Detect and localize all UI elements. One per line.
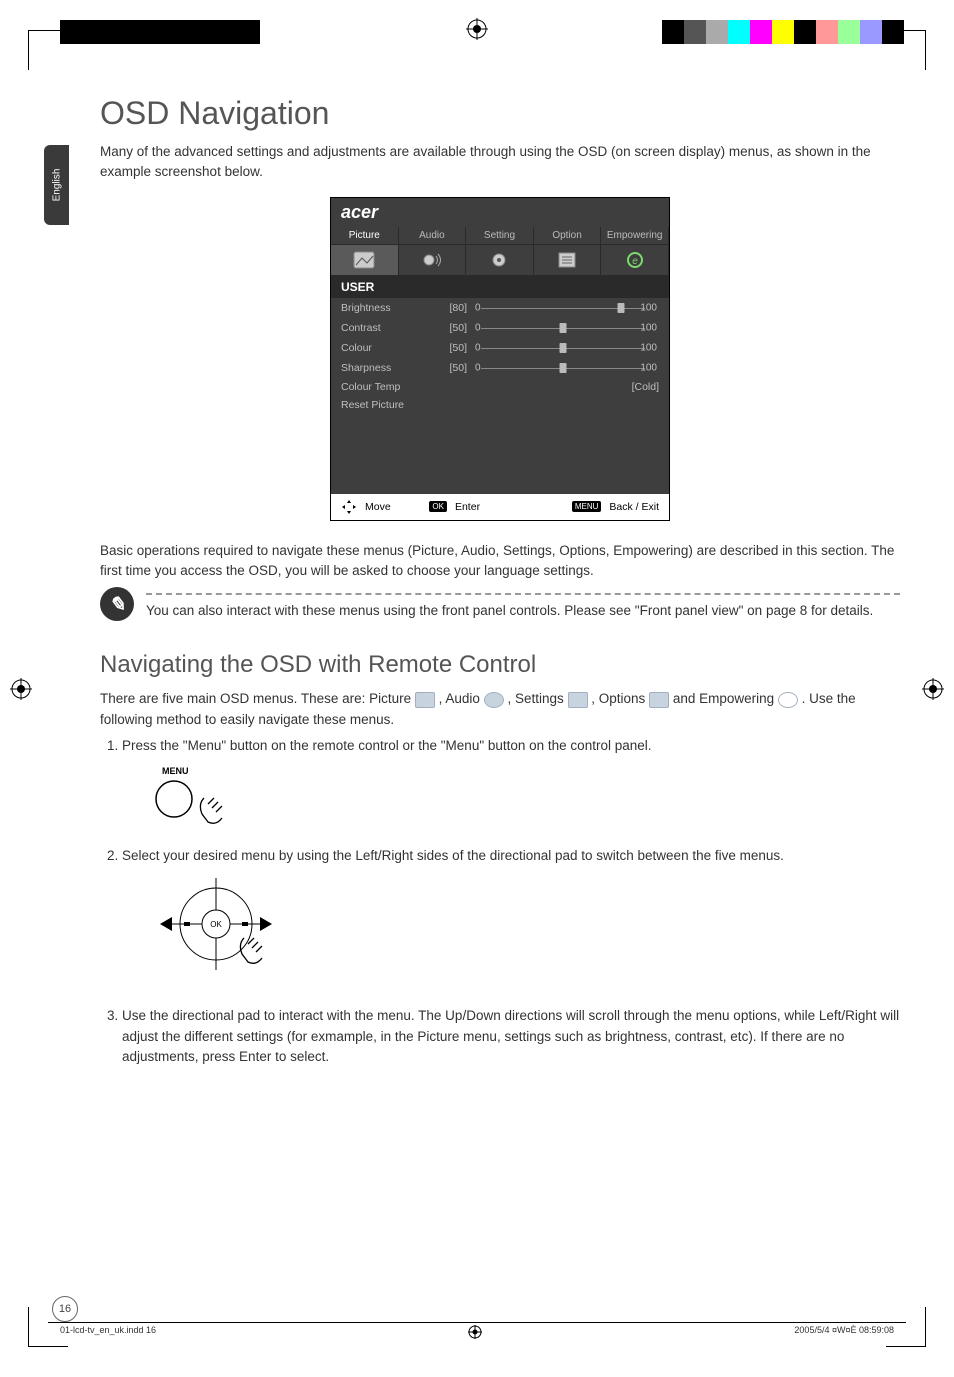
step-3: Use the directional pad to interact with… (122, 1006, 900, 1067)
osd-tab-empowering: Empowering (601, 227, 669, 244)
osd-hint-back: Back / Exit (609, 501, 659, 513)
osd-tabs: Picture Audio Setting Option Empowering (331, 227, 669, 244)
menu-button-figure: MENU (146, 764, 900, 834)
section-heading: Navigating the OSD with Remote Control (100, 651, 900, 679)
osd-row-sharpness: Sharpness [50] 0 100 (331, 358, 669, 378)
gear-icon (466, 245, 534, 275)
print-registration-bar (0, 20, 954, 48)
step-1: Press the "Menu" button on the remote co… (122, 736, 900, 834)
osd-tab-picture: Picture (331, 227, 399, 244)
page-content: OSD Navigation Many of the advanced sett… (100, 95, 900, 1079)
osd-row-value: [50] (431, 342, 467, 354)
list-icon (649, 692, 669, 708)
registration-mark-icon (468, 1325, 482, 1339)
gear-icon (568, 692, 588, 708)
osd-row-label: Colour (341, 342, 431, 354)
osd-row-label: Colour Temp (341, 381, 431, 393)
osd-row-label: Reset Picture (341, 399, 431, 411)
osd-slider: 0 100 (467, 361, 659, 375)
footer-file: 01-lcd-tv_en_uk.indd 16 (60, 1325, 156, 1339)
osd-row-value: [80] (431, 302, 467, 314)
osd-slider: 0 100 (467, 341, 659, 355)
osd-row-label: Brightness (341, 302, 431, 314)
osd-screenshot: acer Picture Audio Setting Option Empowe… (330, 197, 670, 521)
ok-key-icon: OK (429, 501, 447, 512)
page-title: OSD Navigation (100, 95, 900, 132)
crop-mark-icon (28, 30, 68, 70)
menu-key-icon: MENU (572, 501, 602, 512)
osd-row-value: [Cold] (632, 381, 659, 393)
osd-section-header: USER (331, 276, 669, 298)
osd-slider: 0 100 (467, 321, 659, 335)
registration-mark-icon (922, 678, 944, 700)
osd-tab-audio: Audio (399, 227, 467, 244)
step-2: Select your desired menu by using the Le… (122, 846, 900, 994)
osd-row-label: Contrast (341, 322, 431, 334)
footer-meta: 01-lcd-tv_en_uk.indd 16 2005/5/4 ¤W¤È 08… (60, 1325, 894, 1339)
language-tab: English (44, 145, 69, 225)
footer-rule (48, 1322, 906, 1323)
audio-icon (399, 245, 467, 275)
page-number: 16 (52, 1296, 78, 1322)
note-icon: ✎ (100, 587, 134, 621)
osd-slider: 0 100 (467, 301, 659, 315)
steps-list: Press the "Menu" button on the remote co… (100, 736, 900, 1067)
color-swatches (662, 20, 904, 44)
picture-icon (331, 245, 399, 275)
osd-brand-logo: acer (331, 198, 669, 227)
empowering-icon: e (601, 245, 669, 275)
intro-paragraph: Many of the advanced settings and adjust… (100, 142, 900, 183)
crop-mark-icon (886, 30, 926, 70)
picture-icon (415, 692, 435, 708)
footer-timestamp: 2005/5/4 ¤W¤È 08:59:08 (794, 1325, 894, 1339)
osd-hint-enter: Enter (455, 501, 480, 513)
osd-footer-hints: Move OK Enter MENU Back / Exit (331, 494, 669, 520)
dpad-icon (341, 499, 357, 515)
note-text: You can also interact with these menus u… (146, 601, 900, 621)
black-swatch (60, 20, 260, 44)
note-divider (146, 593, 900, 595)
osd-tab-setting: Setting (466, 227, 534, 244)
empowering-icon (778, 692, 798, 708)
dpad-figure: OK (146, 874, 900, 994)
osd-row-label: Sharpness (341, 362, 431, 374)
osd-row-contrast: Contrast [50] 0 100 (331, 318, 669, 338)
ok-label: OK (210, 920, 222, 929)
osd-row-colour-temp: Colour Temp [Cold] (331, 378, 669, 396)
osd-tab-icons: e (331, 244, 669, 276)
registration-mark-icon (10, 678, 32, 700)
osd-row-brightness: Brightness [80] 0 100 (331, 298, 669, 318)
osd-tab-option: Option (534, 227, 602, 244)
note-block: ✎ You can also interact with these menus… (100, 587, 900, 627)
menu-label: MENU (162, 766, 189, 776)
body-paragraph-2: Basic operations required to navigate th… (100, 541, 900, 582)
osd-row-reset: Reset Picture (331, 396, 669, 414)
svg-text:e: e (632, 256, 638, 267)
registration-mark-icon (466, 18, 488, 40)
list-icon (534, 245, 602, 275)
language-tab-label: English (51, 169, 62, 202)
osd-row-value: [50] (431, 322, 467, 334)
osd-row-value: [50] (431, 362, 467, 374)
menus-intro: There are five main OSD menus. These are… (100, 689, 900, 730)
audio-icon (484, 692, 504, 708)
osd-row-colour: Colour [50] 0 100 (331, 338, 669, 358)
osd-hint-move: Move (365, 501, 391, 513)
